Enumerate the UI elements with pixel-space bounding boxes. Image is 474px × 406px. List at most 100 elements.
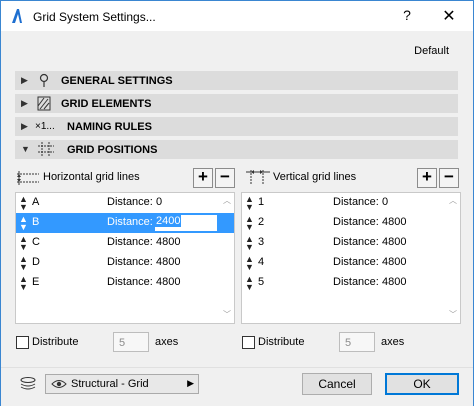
distance-label: Distance: [107, 216, 153, 228]
vertical-axes-label: axes [381, 336, 405, 348]
cancel-button[interactable]: Cancel [302, 373, 372, 395]
collapse-arrow-icon[interactable]: ▼ [21, 144, 30, 154]
distance-value[interactable]: 4800 [382, 216, 406, 228]
distance-value[interactable]: 4800 [156, 276, 180, 288]
ok-button[interactable]: OK [385, 373, 459, 395]
grid-line-name: B [32, 216, 40, 228]
distance-value[interactable]: 0 [382, 196, 388, 208]
pin-icon [39, 73, 49, 87]
list-item-selected[interactable]: ▲ ▼ B Distance: 2400 [16, 213, 234, 233]
archicad-app-icon [12, 9, 22, 23]
remove-horizontal-line-button[interactable]: − [215, 168, 235, 188]
title-bar: Grid System Settings... ? ✕ [1, 1, 473, 31]
add-horizontal-line-button[interactable]: + [193, 168, 213, 188]
reorder-handle-icon[interactable]: ▲ ▼ [19, 195, 28, 212]
grid-line-name: 2 [258, 216, 265, 228]
distance-label: Distance: [333, 196, 379, 208]
list-item[interactable]: ▲ ▼ 5 Distance: 4800 [242, 273, 460, 293]
layers-icon [20, 377, 36, 390]
vertical-axes-field[interactable]: 5 [339, 332, 375, 352]
list-item[interactable]: ▲ ▼ C Distance: 4800 [16, 233, 234, 253]
list-item[interactable]: ▲ ▼ A Distance: 0 [16, 193, 234, 213]
horizontal-grid-list[interactable]: ▲ ▼ A Distance: 0 ▲ ▼ B Distance: 2400 ▲ ▼ … [15, 192, 235, 324]
horizontal-axes-field[interactable]: 5 [113, 332, 149, 352]
section-grid-positions[interactable]: ▼ GRID POSITIONS [15, 140, 458, 159]
distance-value[interactable]: 4800 [382, 256, 406, 268]
horizontal-grid-icon [17, 171, 39, 185]
section-label: GRID POSITIONS [67, 144, 158, 156]
list-item[interactable]: ▲ ▼ 2 Distance: 4800 [242, 213, 460, 233]
window-title: Grid System Settings... [33, 10, 156, 24]
reorder-handle-icon[interactable]: ▲ ▼ [245, 215, 254, 232]
vertical-distribute-checkbox[interactable] [242, 336, 255, 349]
help-button[interactable]: ? [397, 7, 417, 25]
dialog-window: Grid System Settings... ? ✕ Default ▶ GE… [0, 0, 474, 406]
list-item[interactable]: ▲ ▼ 3 Distance: 4800 [242, 233, 460, 253]
horizontal-panel-header: Horizontal grid lines + − [15, 168, 235, 188]
scroll-down-icon[interactable]: ﹀ [223, 309, 231, 320]
distance-label: Distance: [107, 256, 153, 268]
vertical-grid-list[interactable]: ▲ ▼ 1 Distance: 0 ▲ ▼ 2 Distance: 4800 ▲ ▼ … [241, 192, 461, 324]
list-item[interactable]: ▲ ▼ 4 Distance: 4800 [242, 253, 460, 273]
reorder-handle-icon[interactable]: ▲ ▼ [19, 255, 28, 272]
grid-line-name: 5 [258, 276, 265, 288]
scroll-down-icon[interactable]: ﹀ [449, 309, 457, 320]
reorder-handle-icon[interactable]: ▲ ▼ [245, 235, 254, 252]
grid-line-name: C [32, 236, 40, 248]
horizontal-distribute-checkbox[interactable] [16, 336, 29, 349]
list-item[interactable]: ▲ ▼ D Distance: 4800 [16, 253, 234, 273]
grid-line-name: E [32, 276, 40, 288]
distance-value[interactable]: 0 [156, 196, 162, 208]
expand-arrow-icon[interactable]: ▶ [21, 75, 28, 86]
grid-line-name: 1 [258, 196, 265, 208]
distance-value[interactable]: 4800 [382, 236, 406, 248]
distance-value[interactable]: 4800 [156, 256, 180, 268]
add-vertical-line-button[interactable]: + [417, 168, 437, 188]
dropdown-arrow-icon[interactable]: ▶ [187, 378, 194, 389]
section-naming-rules[interactable]: ▶ ×1... NAMING RULES [15, 117, 458, 136]
list-item[interactable]: ▲ ▼ E Distance: 4800 [16, 273, 234, 293]
reorder-handle-icon[interactable]: ▲ ▼ [19, 275, 28, 292]
distance-edit-field[interactable]: 2400 [154, 214, 218, 232]
reorder-handle-icon[interactable]: ▲ ▼ [245, 255, 254, 272]
layer-combo[interactable]: Structural - Grid ▶ [45, 374, 199, 394]
list-item[interactable]: ▲ ▼ 1 Distance: 0 [242, 193, 460, 213]
horizontal-axes-label: axes [155, 336, 179, 348]
grid-line-name: A [32, 196, 40, 208]
section-label: NAMING RULES [67, 121, 152, 133]
section-grid-elements[interactable]: ▶ GRID ELEMENTS [15, 94, 458, 113]
section-general-settings[interactable]: ▶ GENERAL SETTINGS [15, 71, 458, 90]
horizontal-distribute-label: Distribute [32, 336, 79, 348]
distance-value[interactable]: 4800 [156, 236, 180, 248]
distance-label: Distance: [333, 256, 379, 268]
distance-label: Distance: [107, 236, 153, 248]
distance-label: Distance: [107, 276, 153, 288]
grid-line-name: D [32, 256, 40, 268]
reorder-handle-icon[interactable]: ▲ ▼ [245, 275, 254, 292]
distance-label: Distance: [333, 276, 379, 288]
grid-positions-icon [38, 142, 54, 157]
expand-arrow-icon[interactable]: ▶ [21, 121, 28, 132]
scroll-up-icon[interactable]: ︿ [223, 195, 231, 206]
vertical-distribute-label: Distribute [258, 336, 305, 348]
reorder-handle-icon[interactable]: ▲ ▼ [19, 235, 28, 252]
remove-vertical-line-button[interactable]: − [439, 168, 459, 188]
section-label: GRID ELEMENTS [61, 98, 152, 110]
favorites-default-label[interactable]: Default [414, 45, 449, 57]
grid-element-icon [37, 96, 51, 111]
scroll-up-icon[interactable]: ︿ [449, 195, 457, 206]
distance-label: Distance: [333, 236, 379, 248]
vertical-grid-icon [246, 170, 270, 185]
vertical-grid-lines-label: Vertical grid lines [273, 171, 357, 183]
section-label: GENERAL SETTINGS [61, 75, 173, 87]
distance-value[interactable]: 4800 [382, 276, 406, 288]
reorder-handle-icon[interactable]: ▲ ▼ [19, 215, 28, 232]
expand-arrow-icon[interactable]: ▶ [21, 98, 28, 109]
reorder-handle-icon[interactable]: ▲ ▼ [245, 195, 254, 212]
eye-icon [51, 380, 67, 388]
naming-icon: ×1... [35, 121, 55, 132]
distance-label: Distance: [333, 216, 379, 228]
layer-combo-label: Structural - Grid [71, 378, 149, 390]
distance-label: Distance: [107, 196, 153, 208]
close-button[interactable]: ✕ [439, 6, 459, 26]
